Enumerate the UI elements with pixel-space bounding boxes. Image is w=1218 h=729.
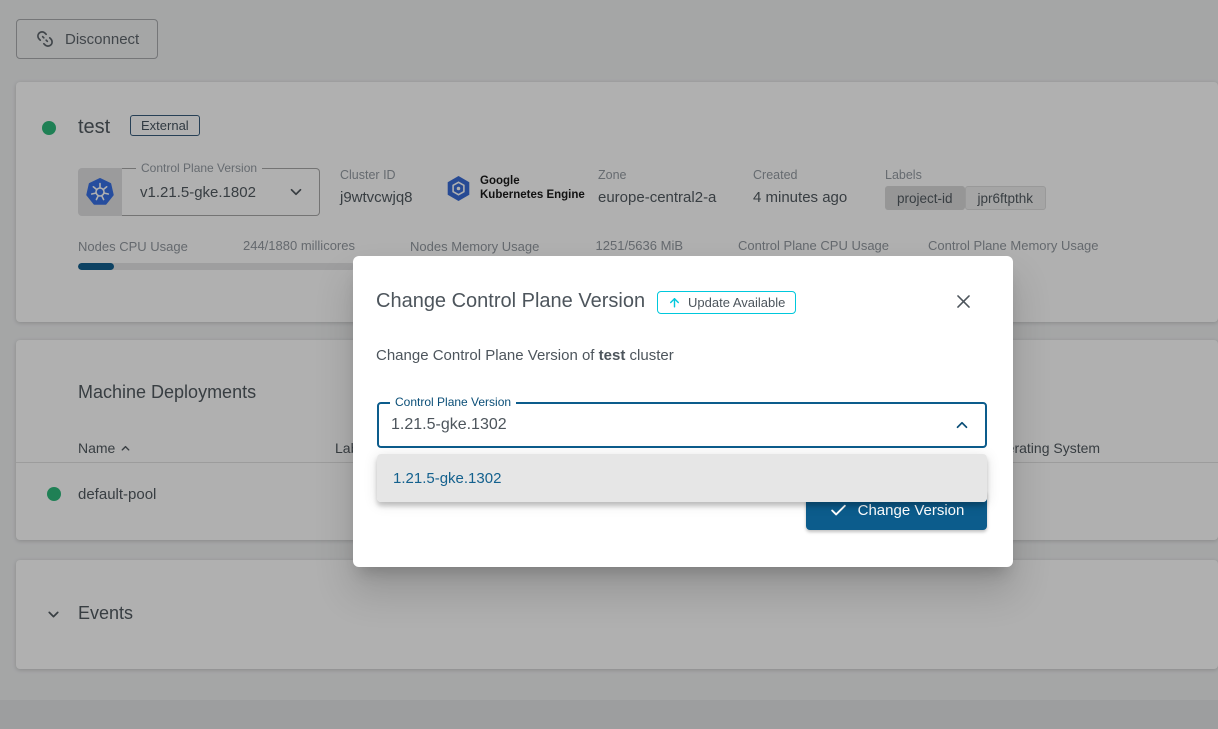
version-input-field[interactable]: Control Plane Version (377, 402, 987, 448)
update-badge-label: Update Available (688, 295, 785, 310)
arrow-up-icon (668, 296, 681, 309)
change-version-label: Change Version (858, 502, 965, 519)
change-version-dialog: Change Control Plane Version Update Avai… (353, 256, 1013, 567)
close-dialog-button[interactable] (954, 292, 973, 311)
version-input-label: Control Plane Version (390, 395, 516, 409)
version-input[interactable] (391, 416, 953, 434)
dialog-description: Change Control Plane Version of test clu… (376, 347, 674, 364)
check-icon (829, 501, 848, 520)
version-dropdown-panel: 1.21.5-gke.1302 (377, 454, 987, 502)
version-option[interactable]: 1.21.5-gke.1302 (377, 454, 987, 502)
chevron-up-icon[interactable] (953, 416, 971, 434)
dialog-cluster-name: test (599, 347, 626, 364)
close-icon (954, 299, 973, 314)
dialog-title: Change Control Plane Version (376, 290, 645, 313)
update-available-badge: Update Available (657, 291, 796, 314)
app-screen: Disconnect test External (0, 0, 1218, 729)
